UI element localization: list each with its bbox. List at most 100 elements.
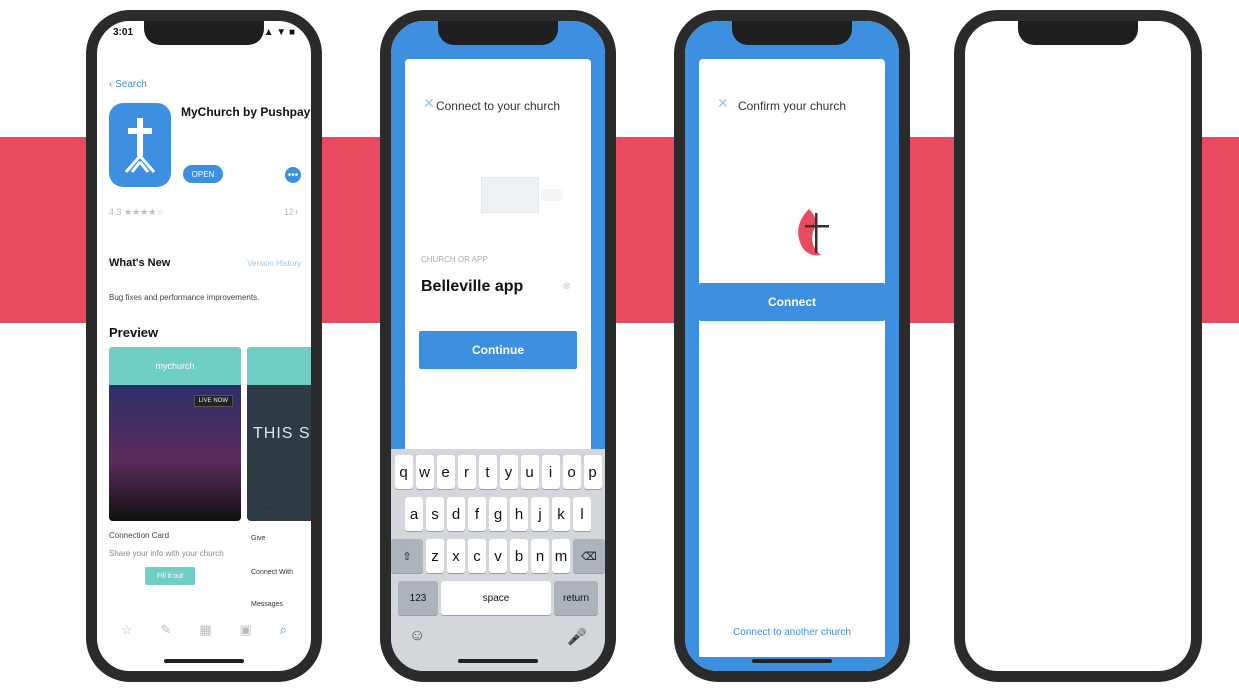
key[interactable]: x bbox=[447, 539, 465, 573]
back-to-search-link[interactable]: ‹ Search bbox=[109, 79, 147, 90]
phone-notch bbox=[1018, 21, 1138, 45]
tab-search-icon[interactable]: ⌕ bbox=[280, 622, 287, 638]
placeholder-illustration bbox=[481, 177, 539, 213]
church-field-label: CHURCH OR APP bbox=[421, 255, 488, 264]
status-bar: 3:01 ▲ ▼ ■ bbox=[113, 27, 295, 41]
fill-it-out-button[interactable]: Fill it out bbox=[145, 567, 195, 585]
tab-today-icon[interactable]: ☆ bbox=[121, 622, 133, 638]
space-key[interactable]: space bbox=[441, 581, 551, 615]
microphone-icon[interactable]: 🎤 bbox=[567, 627, 587, 647]
home-indicator bbox=[752, 659, 832, 663]
home-indicator bbox=[458, 659, 538, 663]
onscreen-keyboard: q w e r t y u i o p a s d f g h j k l ⇧ … bbox=[391, 449, 605, 671]
key[interactable]: e bbox=[436, 455, 455, 489]
clear-input-icon[interactable]: ⊗ bbox=[563, 281, 571, 292]
key[interactable]: w bbox=[415, 455, 434, 489]
key[interactable]: r bbox=[457, 455, 476, 489]
phone-connect: ✕ Connect to your church CHURCH OR APP ⊗… bbox=[380, 10, 616, 682]
side-list-item: Give bbox=[251, 535, 266, 542]
shift-key-icon[interactable]: ⇧ bbox=[391, 539, 423, 573]
connect-button[interactable]: Connect bbox=[699, 283, 885, 321]
phone-app-store: 3:01 ▲ ▼ ■ ‹ Search MyChurch by Pushpay … bbox=[86, 10, 322, 682]
tab-apps-icon[interactable]: ▦ bbox=[199, 622, 211, 638]
placeholder-illustration-detail bbox=[541, 189, 563, 201]
screenshot-header: mychurch bbox=[109, 347, 241, 385]
app-rating: 4.3 ★★★★☆ bbox=[109, 207, 165, 217]
backspace-key-icon[interactable]: ⌫ bbox=[573, 539, 605, 573]
connect-title: Connect to your church bbox=[435, 99, 561, 113]
side-list-item: Locations bbox=[251, 505, 281, 512]
keyboard-bottom-bar: ☺ 🎤 bbox=[391, 623, 605, 647]
key[interactable]: n bbox=[531, 539, 549, 573]
connect-another-church-link[interactable]: Connect to another church bbox=[699, 627, 885, 638]
status-time: 3:01 bbox=[113, 27, 134, 38]
key[interactable]: p bbox=[583, 455, 602, 489]
church-search-input[interactable] bbox=[421, 273, 575, 301]
preview-screenshot-2[interactable]: THIS SU bbox=[247, 347, 322, 521]
side-list-item: Messages bbox=[251, 601, 283, 608]
key[interactable]: y bbox=[499, 455, 518, 489]
key[interactable]: i bbox=[541, 455, 560, 489]
home-indicator bbox=[164, 659, 244, 663]
screenshot-header bbox=[247, 347, 311, 385]
whats-new-heading: What's New bbox=[109, 257, 171, 269]
key[interactable]: f bbox=[468, 497, 486, 531]
preview-screenshot-1[interactable]: mychurch LIVE NOW bbox=[109, 347, 241, 521]
key[interactable]: g bbox=[489, 497, 507, 531]
preview-caption-title: Connection Card bbox=[109, 531, 170, 540]
more-options-button[interactable]: ••• bbox=[285, 167, 301, 183]
app-icon bbox=[109, 103, 171, 187]
keyboard-row-4: 123 space return bbox=[391, 581, 605, 615]
phone-notch bbox=[732, 21, 852, 45]
return-key[interactable]: return bbox=[554, 581, 598, 615]
key[interactable]: a bbox=[405, 497, 423, 531]
key[interactable]: j bbox=[531, 497, 549, 531]
side-list-item: Connect With bbox=[251, 569, 294, 576]
key[interactable]: u bbox=[520, 455, 539, 489]
tab-games-icon[interactable]: ✎ bbox=[161, 622, 172, 638]
cross-logo-icon bbox=[124, 118, 156, 173]
key[interactable]: t bbox=[478, 455, 497, 489]
key[interactable]: c bbox=[468, 539, 486, 573]
tab-arcade-icon[interactable]: ▣ bbox=[240, 622, 252, 638]
blank-screen bbox=[965, 21, 1191, 671]
emoji-icon[interactable]: ☺ bbox=[409, 627, 425, 647]
key[interactable]: v bbox=[489, 539, 507, 573]
continue-button[interactable]: Continue bbox=[419, 331, 577, 369]
open-button[interactable]: OPEN bbox=[183, 165, 223, 183]
preview-caption-body: Share your info with your church bbox=[109, 549, 224, 558]
key[interactable]: k bbox=[552, 497, 570, 531]
church-cross-flame-icon bbox=[798, 209, 829, 256]
phone-blank bbox=[954, 10, 1202, 682]
tab-bar: ☆ ✎ ▦ ▣ ⌕ bbox=[107, 615, 301, 645]
confirm-screen: ✕ Confirm your church Connect Connect to… bbox=[685, 21, 899, 671]
app-title: MyChurch by Pushpay bbox=[181, 105, 311, 119]
connect-screen: ✕ Connect to your church CHURCH OR APP ⊗… bbox=[391, 21, 605, 671]
keyboard-row-3: ⇧ z x c v b n m ⌫ bbox=[391, 539, 605, 573]
live-now-tag: LIVE NOW bbox=[193, 395, 233, 407]
key[interactable]: z bbox=[426, 539, 444, 573]
app-store-screen: 3:01 ▲ ▼ ■ ‹ Search MyChurch by Pushpay … bbox=[97, 21, 311, 671]
key[interactable]: d bbox=[447, 497, 465, 531]
screenshot-headline: THIS SU bbox=[253, 425, 322, 442]
key[interactable]: q bbox=[394, 455, 413, 489]
key[interactable]: h bbox=[510, 497, 528, 531]
keyboard-row-2: a s d f g h j k l bbox=[391, 497, 605, 531]
key[interactable]: l bbox=[573, 497, 591, 531]
preview-heading: Preview bbox=[109, 325, 159, 340]
keyboard-row-1: q w e r t y u i o p bbox=[391, 455, 605, 489]
key[interactable]: o bbox=[562, 455, 581, 489]
release-notes: Bug fixes and performance improvements. bbox=[109, 293, 260, 302]
numbers-key[interactable]: 123 bbox=[398, 581, 438, 615]
confirm-title: Confirm your church bbox=[737, 99, 847, 113]
confirm-sheet: ✕ Confirm your church Connect Connect to… bbox=[699, 59, 885, 657]
phone-confirm: ✕ Confirm your church Connect Connect to… bbox=[674, 10, 910, 682]
age-rating: 12+ bbox=[283, 207, 299, 217]
back-label: Search bbox=[115, 79, 147, 90]
key[interactable]: s bbox=[426, 497, 444, 531]
version-history-link[interactable]: Version History bbox=[247, 259, 301, 268]
phone-notch bbox=[438, 21, 558, 45]
status-icons: ▲ ▼ ■ bbox=[263, 27, 295, 38]
key[interactable]: b bbox=[510, 539, 528, 573]
key[interactable]: m bbox=[552, 539, 570, 573]
